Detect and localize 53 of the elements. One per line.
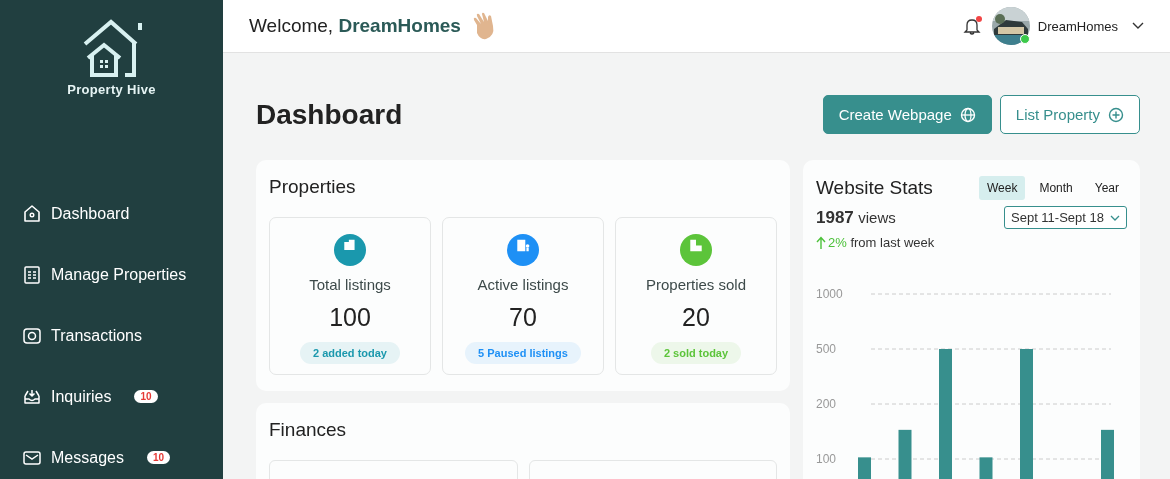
bar bbox=[858, 457, 871, 479]
stat-note: 2 sold today bbox=[650, 342, 742, 364]
stat-value: 70 bbox=[509, 303, 537, 332]
range-tab[interactable]: Year bbox=[1086, 176, 1127, 200]
brand-name: Property Hive bbox=[67, 82, 156, 97]
count-badge: 10 bbox=[134, 390, 158, 403]
list-property-button[interactable]: List Property bbox=[999, 95, 1140, 134]
count-badge: 10 bbox=[146, 451, 171, 464]
create-webpage-button[interactable]: Create Webpage bbox=[822, 95, 992, 134]
nav-item[interactable]: Dashboard bbox=[22, 201, 223, 226]
chevron-down-icon[interactable] bbox=[1132, 22, 1144, 30]
arrow-up-icon bbox=[816, 235, 826, 250]
axis-tick-label: 200 bbox=[816, 397, 837, 411]
axis-tick-label: 1000 bbox=[816, 287, 843, 301]
stat-note: 2 added today bbox=[300, 342, 400, 364]
change-text: 2% from last week bbox=[828, 235, 935, 250]
nav-item[interactable]: Manage Properties bbox=[22, 262, 223, 287]
notification-bell-icon[interactable] bbox=[961, 16, 982, 36]
stat-label: Active listings bbox=[477, 276, 569, 293]
nav-label: Manage Properties bbox=[51, 265, 187, 284]
list-icon bbox=[22, 264, 42, 285]
axis-tick-label: 100 bbox=[816, 452, 837, 466]
stat-label: Total listings bbox=[309, 276, 391, 293]
nav-label: Messages bbox=[51, 448, 124, 467]
home-icon bbox=[22, 203, 42, 224]
nav-label: Inquiries bbox=[51, 387, 112, 406]
camera-icon bbox=[22, 325, 42, 346]
stat-value: 20 bbox=[682, 303, 710, 332]
globe-icon bbox=[959, 106, 976, 123]
range-tab[interactable]: Month bbox=[1031, 176, 1081, 200]
bar bbox=[1101, 429, 1114, 479]
stat-note: 5 Paused listings bbox=[465, 342, 581, 364]
nav-item[interactable]: Messages 10 bbox=[22, 445, 223, 470]
card-title: Properties bbox=[269, 176, 357, 198]
views-count: 1987 views bbox=[816, 207, 896, 228]
page-title: Dashboard bbox=[256, 98, 403, 131]
stat-value: 100 bbox=[329, 303, 371, 332]
card-title: Website Stats bbox=[816, 177, 933, 199]
bar bbox=[979, 457, 993, 479]
welcome-text: Welcome, DreamHomes bbox=[249, 15, 461, 37]
range-tab[interactable]: Week bbox=[978, 176, 1026, 200]
nav-item[interactable]: Inquiries 10 bbox=[22, 384, 223, 409]
axis-tick-label: 500 bbox=[816, 342, 837, 356]
stat-label: Properties sold bbox=[645, 276, 747, 293]
card-title: Finances bbox=[269, 419, 348, 441]
chevron-down-icon bbox=[1110, 214, 1120, 221]
nav-item[interactable]: Transactions bbox=[22, 323, 223, 348]
profile-name[interactable]: DreamHomes bbox=[1037, 18, 1118, 34]
nav-label: Dashboard bbox=[51, 204, 130, 223]
date-range-dropdown[interactable]: Sept 11-Sept 18 bbox=[1004, 206, 1127, 229]
bar bbox=[898, 429, 912, 479]
plus-circle-icon bbox=[1108, 106, 1124, 123]
nav-label: Transactions bbox=[51, 326, 142, 345]
